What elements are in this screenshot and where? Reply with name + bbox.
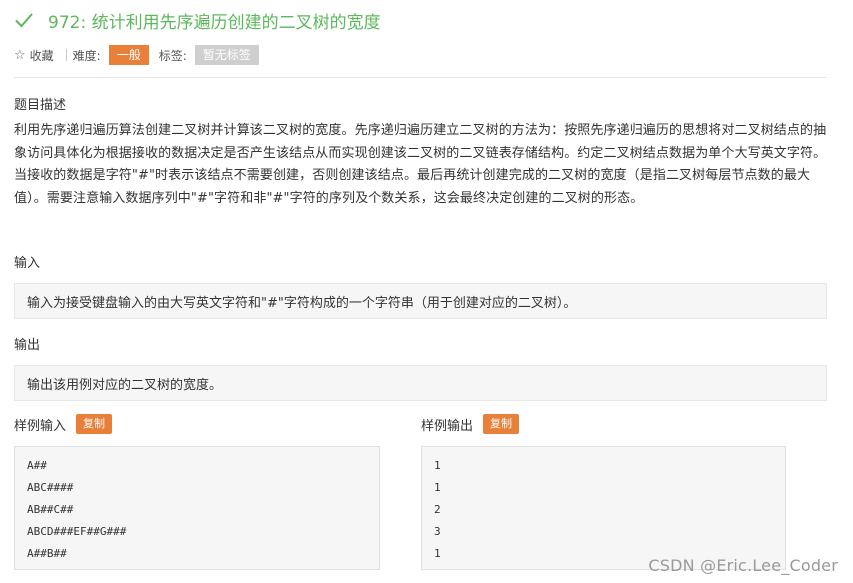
sample-input-line: A##B## [27, 547, 67, 560]
sample-output-line: 1 [434, 459, 441, 472]
header-divider [14, 77, 827, 78]
problem-title: 972: 统计利用先序遍历创建的二叉树的宽度 [48, 12, 381, 33]
sample-output-line: 2 [434, 503, 441, 516]
sample-output-header: 样例输出 复制 [421, 414, 520, 434]
sample-input-line: A## [27, 459, 47, 472]
sample-input-header: 样例输入 复制 [14, 414, 113, 434]
watermark: CSDN @Eric.Lee_Coder [648, 556, 838, 575]
difficulty-label: 难度: [72, 48, 101, 63]
sample-input-line: ABC#### [27, 481, 74, 494]
sample-input-box: A## ABC#### AB##C## ABCD###EF##G### A##B… [14, 446, 380, 570]
copy-sample-input-button[interactable]: 复制 [76, 414, 113, 434]
output-description-text: 输出该用例对应的二叉树的宽度。 [27, 377, 223, 393]
problem-title-row: 972: 统计利用先序遍历创建的二叉树的宽度 [14, 6, 381, 34]
meta-divider [65, 49, 67, 61]
sample-output-heading: 样例输出 [421, 418, 474, 434]
sample-input-line: AB##C## [27, 503, 74, 516]
sample-output-line: 1 [434, 481, 441, 494]
output-description-box: 输出该用例对应的二叉树的宽度。 [14, 365, 827, 401]
description-heading: 题目描述 [14, 98, 67, 113]
description-text: 利用先序递归遍历算法创建二叉树并计算该二叉树的宽度。先序递归遍历建立二叉树的方法… [14, 123, 827, 206]
problem-meta: ☆ 收藏 难度: 一般 标签: 暂无标签 [14, 44, 259, 66]
check-icon [14, 9, 36, 31]
output-heading: 输出 [14, 338, 41, 353]
input-heading: 输入 [14, 256, 41, 271]
sample-input-line: ABCD###EF##G### [27, 525, 127, 538]
input-description-text: 输入为接受键盘输入的由大写英文字符和"#"字符构成的一个字符串（用于创建对应的二… [27, 295, 577, 311]
favorite-button[interactable]: 收藏 [30, 47, 54, 64]
sample-output-line: 3 [434, 525, 441, 538]
tags-badge: 暂无标签 [194, 45, 259, 65]
difficulty-badge: 一般 [108, 45, 149, 65]
input-description-box: 输入为接受键盘输入的由大写英文字符和"#"字符构成的一个字符串（用于创建对应的二… [14, 283, 827, 319]
tags-label: 标签: [158, 48, 187, 63]
copy-sample-output-button[interactable]: 复制 [483, 414, 520, 434]
sample-input-heading: 样例输入 [14, 418, 67, 434]
sample-output-box: 1 1 2 3 1 [421, 446, 786, 570]
star-icon[interactable]: ☆ [14, 48, 26, 63]
